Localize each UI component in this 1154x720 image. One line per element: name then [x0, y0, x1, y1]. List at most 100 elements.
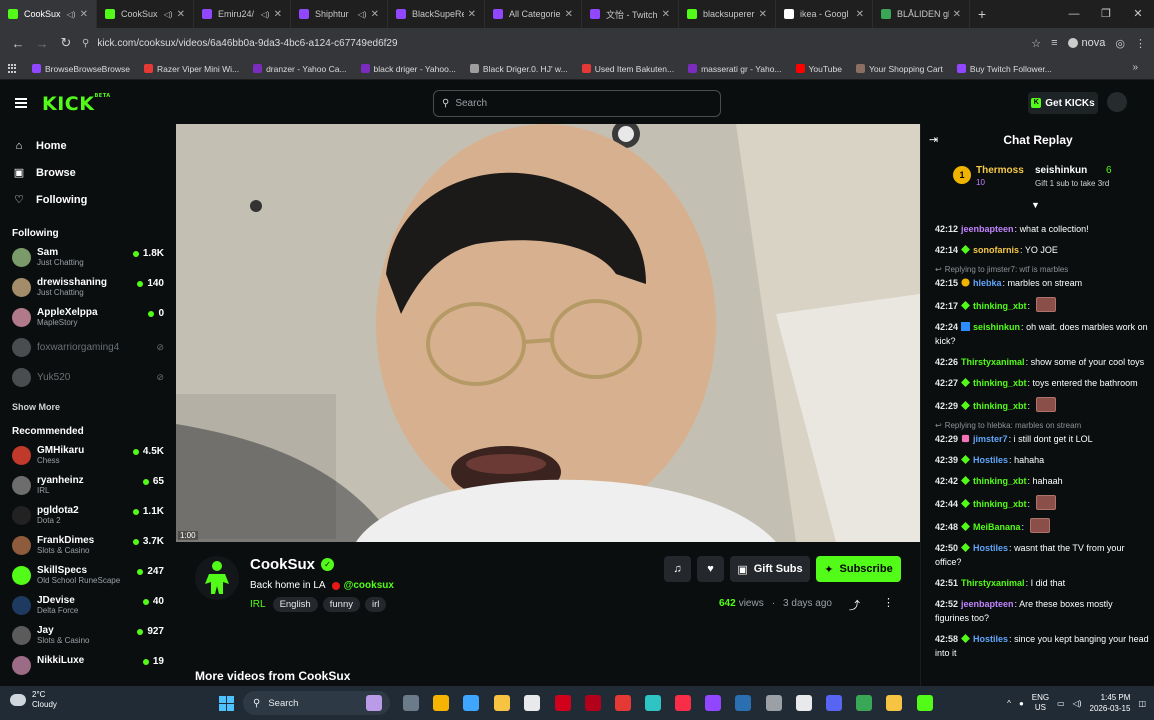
video-player[interactable]: 1:00 [176, 124, 920, 542]
channel-item[interactable]: Yuk520 ⊘ [0, 363, 176, 393]
chat-username[interactable]: hlebka [973, 278, 1002, 288]
nav-home[interactable]: ⌂ Home [0, 132, 176, 159]
reply-context[interactable]: ↩ Replying to jimster7: wtf is marbles [935, 264, 1149, 275]
close-tab-icon[interactable]: ✕ [80, 9, 88, 20]
mic-icon[interactable]: ● [1019, 699, 1024, 708]
expand-leaderboard-icon[interactable]: ▼ [1031, 200, 1040, 210]
task-view-icon[interactable] [403, 695, 419, 711]
account-icon[interactable]: ◎ [1115, 37, 1125, 50]
tray-overflow-icon[interactable]: ^ [1007, 699, 1011, 708]
channel-item[interactable]: GMHikaru Chess 4.5K [0, 441, 176, 471]
chat-username[interactable]: jeenbapteen [961, 599, 1014, 609]
kick-logo[interactable]: KICKBETA [42, 93, 111, 115]
steam-icon[interactable] [735, 695, 751, 711]
tag-english[interactable]: English [272, 597, 318, 612]
chat-username[interactable]: thinking_xbt [973, 378, 1027, 388]
network-icon[interactable]: ▭ [1057, 699, 1065, 708]
profile-button[interactable]: nova [1067, 37, 1105, 49]
search-input[interactable]: ⚲ Search [433, 90, 721, 117]
get-kicks-button[interactable]: K Get KICKs [1028, 92, 1098, 114]
epic-icon[interactable] [524, 695, 540, 711]
close-window-icon[interactable]: ✕ [1122, 0, 1154, 28]
channel-item[interactable]: Sam Just Chatting 1.8K [0, 243, 176, 273]
razer-synapse-icon[interactable] [585, 695, 601, 711]
notification-bell-button[interactable]: ♫ [664, 556, 691, 582]
channel-item[interactable]: pgldota2 Dota 2 1.1K [0, 501, 176, 531]
chat-username[interactable]: Thirstyxanimal [961, 578, 1025, 588]
url-field[interactable]: ⚲ kick.com/cooksux/videos/6a46bb0a-9da3-… [82, 32, 982, 54]
chat-username[interactable]: thinking_xbt [973, 401, 1027, 411]
gifter-name[interactable]: seishinkun [1035, 165, 1087, 176]
chat-username[interactable]: MeiBanana [973, 522, 1021, 532]
chrome-icon[interactable] [433, 695, 449, 711]
browser-tab[interactable]: Shiphtur ◁) ✕ [291, 0, 388, 28]
widgets-icon[interactable] [366, 695, 382, 711]
edge-icon[interactable] [645, 695, 661, 711]
channel-item[interactable]: NikkiLuxe 19 [0, 651, 176, 681]
close-tab-icon[interactable]: ✕ [274, 9, 282, 20]
close-tab-icon[interactable]: ✕ [759, 9, 767, 20]
bookmark-star-icon[interactable]: ☆ [1031, 37, 1041, 50]
browser-tab[interactable]: CookSux ◁) ✕ [97, 0, 194, 28]
bookmark-item[interactable]: Razer Viper Mini Wi... [144, 64, 239, 74]
file-explorer-icon[interactable] [494, 695, 510, 711]
channel-item[interactable]: foxwarriorgaming4 ⊘ [0, 333, 176, 363]
browser-tab[interactable]: ikea - Googl ✕ [776, 0, 873, 28]
channel-name[interactable]: CookSux ✓ [250, 556, 335, 573]
clock[interactable]: 1:45 PM 2026-03-15 [1090, 692, 1131, 714]
bookmark-item[interactable]: BrowseBrowseBrowse [32, 64, 130, 74]
close-tab-icon[interactable]: ✕ [662, 9, 670, 20]
chat-username[interactable]: Hostiles [973, 634, 1008, 644]
chat-username[interactable]: Hostiles [973, 455, 1008, 465]
tag-irl[interactable]: irl [364, 597, 387, 612]
reading-list-icon[interactable]: ≡ [1051, 37, 1057, 49]
channel-item[interactable]: Jay Slots & Casino 927 [0, 621, 176, 651]
site-info-icon[interactable]: ⚲ [82, 38, 89, 49]
speaker-icon[interactable]: ◁) [164, 10, 173, 19]
speaker-icon[interactable]: ◁) [261, 10, 270, 19]
hamburger-menu-icon[interactable] [15, 98, 27, 108]
gift-subs-button[interactable]: ▣ Gift Subs [730, 556, 810, 582]
chat-username[interactable]: seishinkun [973, 322, 1020, 332]
chat-username[interactable]: Hostiles [973, 543, 1008, 553]
back-icon[interactable]: ← [6, 36, 30, 51]
bookmark-item[interactable]: masserati gr - Yaho... [688, 64, 782, 74]
follow-button[interactable]: ♥ [697, 556, 724, 582]
browser-tab[interactable]: CookSux ◁) ✕ [0, 0, 97, 28]
language-indicator[interactable]: ENG US [1032, 693, 1049, 713]
close-tab-icon[interactable]: ✕ [565, 9, 573, 20]
chat-username[interactable]: jimster7 [973, 434, 1008, 444]
bookmark-item[interactable]: Your Shopping Cart [855, 64, 943, 74]
close-tab-icon[interactable]: ✕ [468, 9, 476, 20]
channel-item[interactable]: AppleXelppa MapleStory 0 [0, 303, 176, 333]
nav-browse[interactable]: ▣ Browse [0, 159, 176, 186]
subscribe-button[interactable]: ✦ Subscribe [816, 556, 901, 582]
channel-item[interactable]: JDevise Delta Force 40 [0, 591, 176, 621]
apps-icon[interactable] [8, 63, 18, 74]
photos-icon[interactable] [856, 695, 872, 711]
weather-widget[interactable]: 2°C Cloudy [10, 690, 57, 710]
volume-icon[interactable]: ◁) [1073, 699, 1082, 708]
start-button[interactable] [219, 696, 234, 711]
browser-tab[interactable]: blacksuperer ✕ [679, 0, 776, 28]
close-tab-icon[interactable]: ✕ [856, 9, 864, 20]
tag-funny[interactable]: funny [322, 597, 360, 612]
channel-item[interactable]: ryanheinz IRL 65 [0, 471, 176, 501]
music-icon[interactable] [675, 695, 691, 711]
bookmarks-overflow-icon[interactable]: » [1132, 62, 1138, 73]
channel-item[interactable]: SkillSpecs Old School RuneScape 247 [0, 561, 176, 591]
app-dark-icon[interactable] [796, 695, 812, 711]
reply-context[interactable]: ↩ Replying to hlebka: marbles on stream [935, 420, 1149, 431]
chat-username[interactable]: thinking_xbt [973, 499, 1027, 509]
new-tab-icon[interactable]: + [970, 6, 994, 22]
bookmark-item[interactable]: Buy Twitch Follower... [956, 64, 1052, 74]
settings-icon[interactable] [766, 695, 782, 711]
bookmark-item[interactable]: YouTube [795, 64, 842, 74]
reload-icon[interactable]: ↻ [54, 35, 78, 51]
kick-taskbar-icon[interactable] [917, 695, 933, 711]
mention-link[interactable]: @cooksux [344, 580, 394, 591]
share-icon[interactable]: ⤴ [849, 597, 860, 613]
browser-tab[interactable]: BlackSupeRe ✕ [388, 0, 485, 28]
chat-username[interactable]: thinking_xbt [973, 476, 1027, 486]
category-link[interactable]: IRL [250, 599, 266, 610]
